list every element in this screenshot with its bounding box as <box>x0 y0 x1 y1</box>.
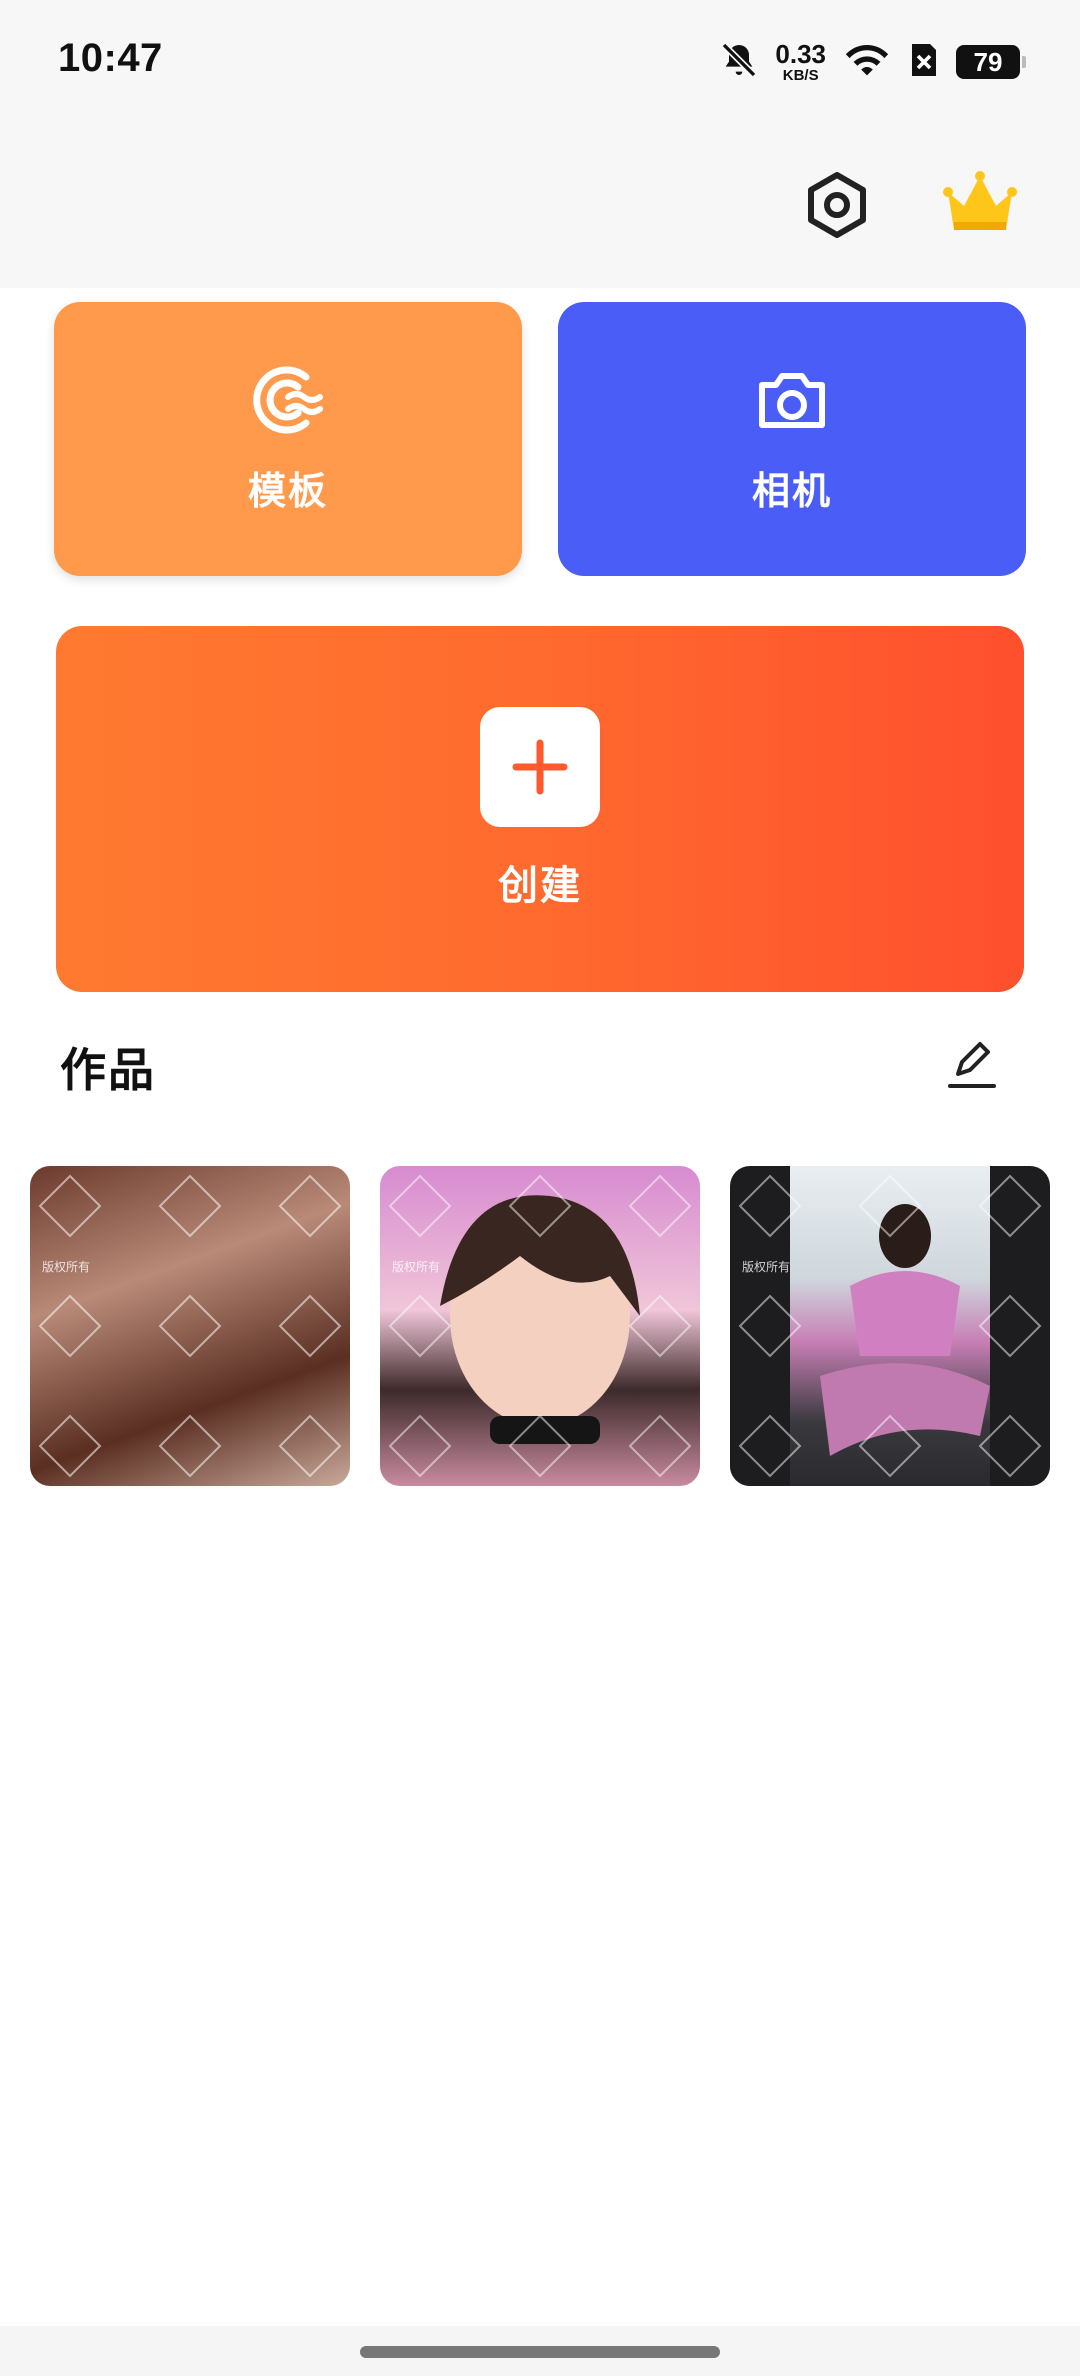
net-speed: 0.33 KB/S <box>775 41 826 83</box>
camera-button[interactable]: 相机 <box>558 302 1026 576</box>
watermark-text: 版权所有 <box>392 1260 441 1274</box>
create-label: 创建 <box>498 864 582 908</box>
bell-off-icon <box>719 40 759 85</box>
top-bar <box>0 120 1080 288</box>
work-thumbnail-3[interactable]: 版权所有 <box>730 1166 1050 1486</box>
net-speed-value: 0.33 <box>775 39 826 69</box>
camera-icon <box>752 363 832 442</box>
battery-icon: 79 <box>956 45 1026 79</box>
status-time: 10:47 <box>58 36 163 80</box>
nav-bar <box>0 2326 1080 2376</box>
template-label: 模板 <box>247 471 328 513</box>
settings-hexagon-icon[interactable] <box>800 168 874 242</box>
net-speed-unit: KB/S <box>782 67 819 84</box>
crown-icon[interactable] <box>942 170 1018 240</box>
wifi-icon <box>842 40 892 85</box>
watermark-text: 版权所有 <box>742 1260 791 1274</box>
works-title: 作品 <box>60 1044 156 1096</box>
home-gesture-handle[interactable] <box>360 2346 720 2358</box>
status-bar: 10:47 0.33 KB/S 79 <box>0 0 1080 120</box>
work-thumbnail-2[interactable]: 版权所有 <box>380 1166 700 1486</box>
create-button[interactable]: 创建 <box>56 626 1024 992</box>
work-thumbnail-1[interactable]: 版权所有 <box>30 1166 350 1486</box>
wave-logo-icon <box>248 363 328 442</box>
plus-icon <box>480 707 600 827</box>
watermark-text: 版权所有 <box>42 1260 91 1274</box>
sim-off-icon <box>908 40 940 85</box>
camera-label: 相机 <box>751 471 832 513</box>
status-icons: 0.33 KB/S 79 <box>719 38 1026 86</box>
edit-pencil-icon[interactable] <box>944 1036 1000 1092</box>
template-button[interactable]: 模板 <box>54 302 522 576</box>
